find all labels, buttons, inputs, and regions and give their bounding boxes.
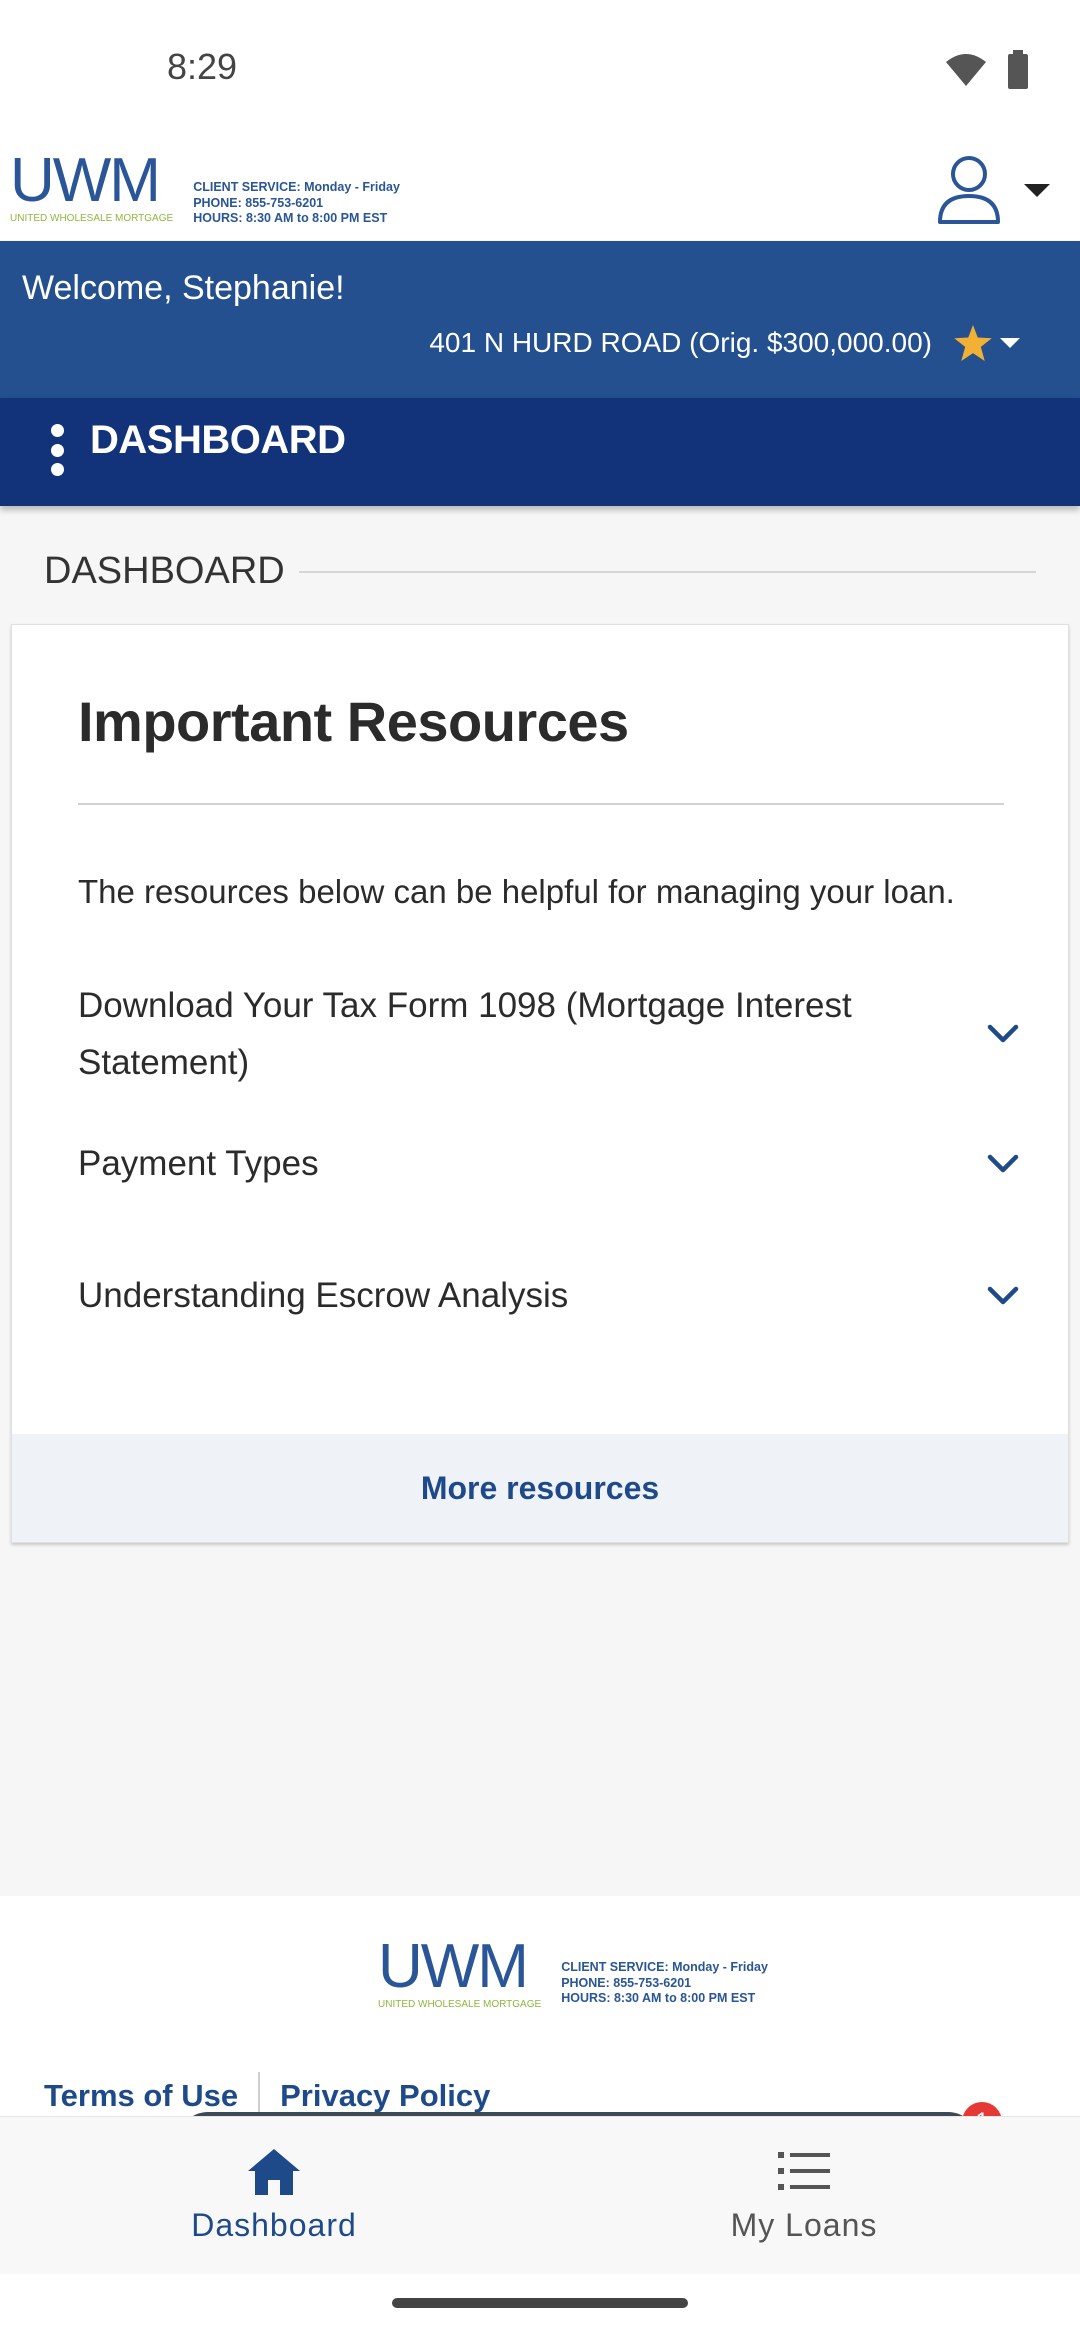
tab-dashboard[interactable]: Dashboard [124,2147,424,2244]
client-service-text: CLIENT SERVICE: Monday - Friday [561,1960,768,1974]
section-heading: DASHBOARD [44,550,1036,593]
chevron-down-icon[interactable] [978,1014,1028,1054]
logo-letters: UWM [10,146,161,215]
app-header: UWM UNITED WHOLESALE MORTGAGE CLIENT SER… [0,140,1080,240]
welcome-banner: Welcome, Stephanie! 401 N HURD ROAD (Ori… [0,241,1080,398]
terms-of-use-link[interactable]: Terms of Use [44,2078,238,2114]
card-title: Important Resources [78,690,629,753]
user-icon [938,156,1000,224]
nav-title: DASHBOARD [90,418,346,462]
home-gesture-bar[interactable] [392,2298,688,2308]
logo-contact-info: CLIENT SERVICE: Monday - Friday PHONE: 8… [561,1960,768,2007]
tab-label: Dashboard [191,2207,357,2243]
section-heading-text: DASHBOARD [44,550,285,592]
wifi-icon [946,54,986,86]
privacy-policy-link[interactable]: Privacy Policy [280,2078,490,2114]
accordion-label: Payment Types [78,1144,319,1183]
section-divider [298,570,1036,573]
loan-selector[interactable]: 401 N HURD ROAD (Orig. $300,000.00) [429,325,1020,361]
status-icons [944,50,1030,90]
card-description: The resources below can be helpful for m… [78,873,955,910]
hours-text: HOURS: 8:30 AM to 8:00 PM EST [561,1991,756,2006]
card-footer: More resources [12,1434,1068,1542]
accordion-item-tax-form[interactable]: Download Your Tax Form 1098 (Mortgage In… [78,977,1028,1091]
logo-letters: UWM [378,1932,529,2001]
loan-selector-label: 401 N HURD ROAD (Orig. $300,000.00) [429,327,932,358]
caret-down-icon [1024,184,1050,197]
logo-contact-info: CLIENT SERVICE: Monday - Friday PHONE: 8… [193,180,400,227]
tab-label: My Loans [730,2207,878,2243]
accordion-item-payment-types[interactable]: Payment Types [78,1135,1028,1192]
status-bar: 8:29 [0,0,1080,140]
accordion-label: Understanding Escrow Analysis [78,1276,569,1315]
battery-icon [1008,50,1028,89]
logo-subtitle: UNITED WHOLESALE MORTGAGE [378,1999,542,2010]
welcome-greeting: Welcome, Stephanie! [22,269,345,307]
chevron-down-icon[interactable] [978,1144,1028,1184]
list-icon [778,2152,830,2190]
uwm-logo[interactable]: UWM UNITED WHOLESALE MORTGAGE CLIENT SER… [10,150,400,227]
star-icon [954,325,992,361]
accordion-label: Download Your Tax Form 1098 (Mortgage In… [78,986,852,1082]
phone-text: PHONE: 855-753-6201 [193,195,324,210]
client-service-text: CLIENT SERVICE: Monday - Friday [193,180,400,194]
chevron-down-icon[interactable] [978,1276,1028,1316]
account-menu-button[interactable] [936,140,1050,240]
hours-text: HOURS: 8:30 AM to 8:00 PM EST [193,211,388,226]
important-resources-card: Important Resources The resources below … [11,624,1069,1543]
menu-kebab-icon[interactable] [48,424,66,476]
tab-my-loans[interactable]: My Loans [654,2147,954,2244]
bottom-nav: Dashboard My Loans [0,2116,1080,2274]
nav-bar: DASHBOARD [0,398,1080,506]
card-divider [78,803,1004,805]
uwm-logo-footer: UWM UNITED WHOLESALE MORTGAGE CLIENT SER… [378,1936,768,2010]
status-time: 8:29 [167,46,238,87]
home-icon [248,2149,300,2195]
phone-text: PHONE: 855-753-6201 [561,1975,692,1990]
caret-down-icon [1000,338,1020,348]
more-resources-link[interactable]: More resources [421,1470,659,1507]
accordion-item-escrow-analysis[interactable]: Understanding Escrow Analysis [78,1267,1028,1324]
page-footer: UWM UNITED WHOLESALE MORTGAGE CLIENT SER… [0,1896,1080,2120]
logo-subtitle: UNITED WHOLESALE MORTGAGE [10,213,174,224]
